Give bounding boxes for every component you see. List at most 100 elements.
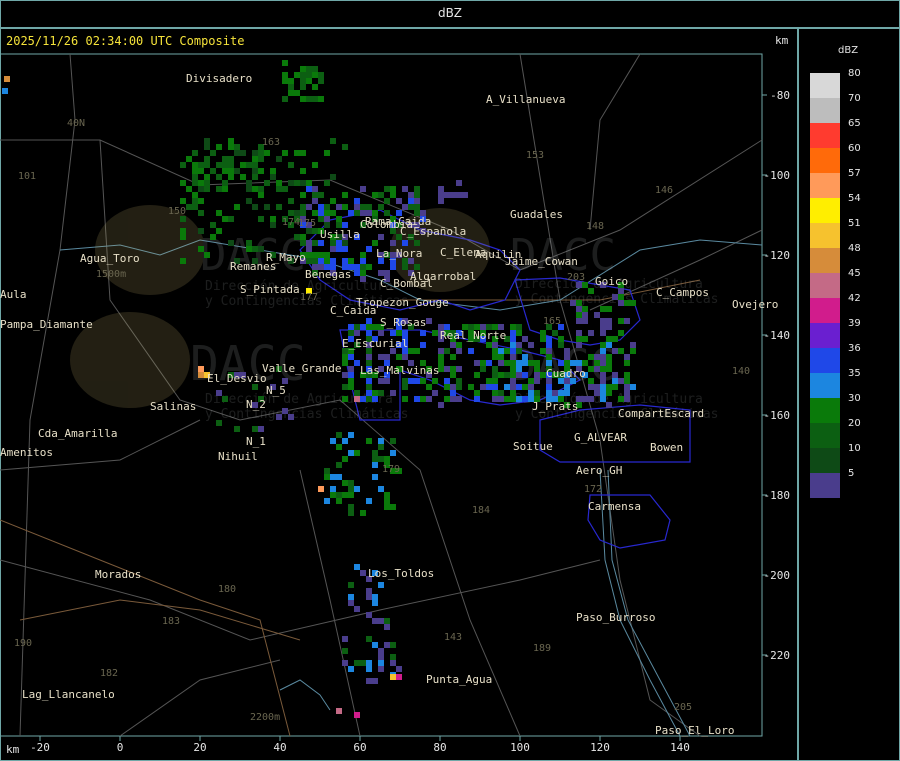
legend-swatch [810,423,840,448]
echo-cell [384,378,390,384]
echo-cell [360,660,366,666]
range-label: 165 [543,316,561,327]
echo-cell [582,396,588,402]
echo-cell [258,426,264,432]
echo-cell [312,162,318,168]
y-tick-label: -180 [764,489,791,502]
echo-cell [324,150,330,156]
echo-cell [402,378,408,384]
legend-label: 80 [848,68,861,79]
echo-cell [306,246,312,252]
echo-cell [342,204,348,210]
echo-cell [204,180,210,186]
echo-cell [348,258,354,264]
echo-cell [282,60,288,66]
echo-cell [240,150,246,156]
echo-cell [516,372,522,378]
echo-cell [198,168,204,174]
echo-cell [606,366,612,372]
echo-cell [366,666,372,672]
echo-cell [582,336,588,342]
echo-cell [624,360,630,366]
legend-swatch [810,223,840,248]
echo-cell [366,390,372,396]
echo-cell [612,372,618,378]
echo-cell [450,396,456,402]
echo-cell [354,264,360,270]
echo-cell [522,384,528,390]
echo-cell [420,378,426,384]
echo-cell [564,360,570,366]
legend-label: 45 [848,268,861,279]
echo-cell [378,648,384,654]
echo-cell [384,492,390,498]
echo-cell [564,384,570,390]
range-label: 175 [298,218,316,229]
echo-cell [252,168,258,174]
echo-cell [408,192,414,198]
echo-cell [342,360,348,366]
echo-cell [408,204,414,210]
echo-cell [510,378,516,384]
place-label: A_Villanueva [486,93,565,106]
echo-cell [306,240,312,246]
radar-map[interactable]: DACC DACC DACC DACC Dirección de Agricul… [0,0,900,761]
echo-cell [210,168,216,174]
echo-cell [450,390,456,396]
range-label: 2200m [250,712,280,723]
legend-swatch [810,448,840,473]
echo-cell [318,216,324,222]
y-tick-label: -160 [764,409,791,422]
place-label: Punta_Agua [426,673,492,686]
echo-cell [438,354,444,360]
echo-cell [198,180,204,186]
echo-cell [336,246,342,252]
echo-cell [216,210,222,216]
echo-cell [180,258,186,264]
echo-cell [282,186,288,192]
echo-cell [282,78,288,84]
place-label: Bowen [650,441,683,454]
echo-cell [342,660,348,666]
echo-cell [240,162,246,168]
echo-cell [300,234,306,240]
echo-cell [216,390,222,396]
echo-cell [252,150,258,156]
echo-cell [432,330,438,336]
echo-cell [306,186,312,192]
echo-cell [372,618,378,624]
echo-cell [432,390,438,396]
echo-cell [606,384,612,390]
place-label: CompartEscard [618,407,704,420]
echo-cell [348,378,354,384]
echo-cell [378,486,384,492]
echo-cell [192,168,198,174]
echo-cell [456,396,462,402]
echo-cell [324,216,330,222]
echo-cell [354,204,360,210]
echo-cell [498,372,504,378]
echo-cell [402,330,408,336]
echo-cell [468,348,474,354]
echo-cell [384,642,390,648]
place-label: Paso_El_Loro [655,724,734,737]
legend-swatch [810,473,840,498]
echo-cell [300,66,306,72]
echo-cell [324,258,330,264]
echo-cell [408,348,414,354]
echo-cell [630,342,636,348]
echo-cell [624,396,630,402]
echo-cell [576,306,582,312]
echo-cell [312,240,318,246]
echo-cell [264,150,270,156]
echo-cell [378,270,384,276]
echo-cell [576,360,582,366]
echo-cell [396,666,402,672]
echo-cell [210,150,216,156]
echo-cell [396,354,402,360]
echo-cell [510,330,516,336]
echo-cell [450,342,456,348]
echo-cell [372,678,378,684]
echo-cell [204,156,210,162]
legend-swatch [810,298,840,323]
